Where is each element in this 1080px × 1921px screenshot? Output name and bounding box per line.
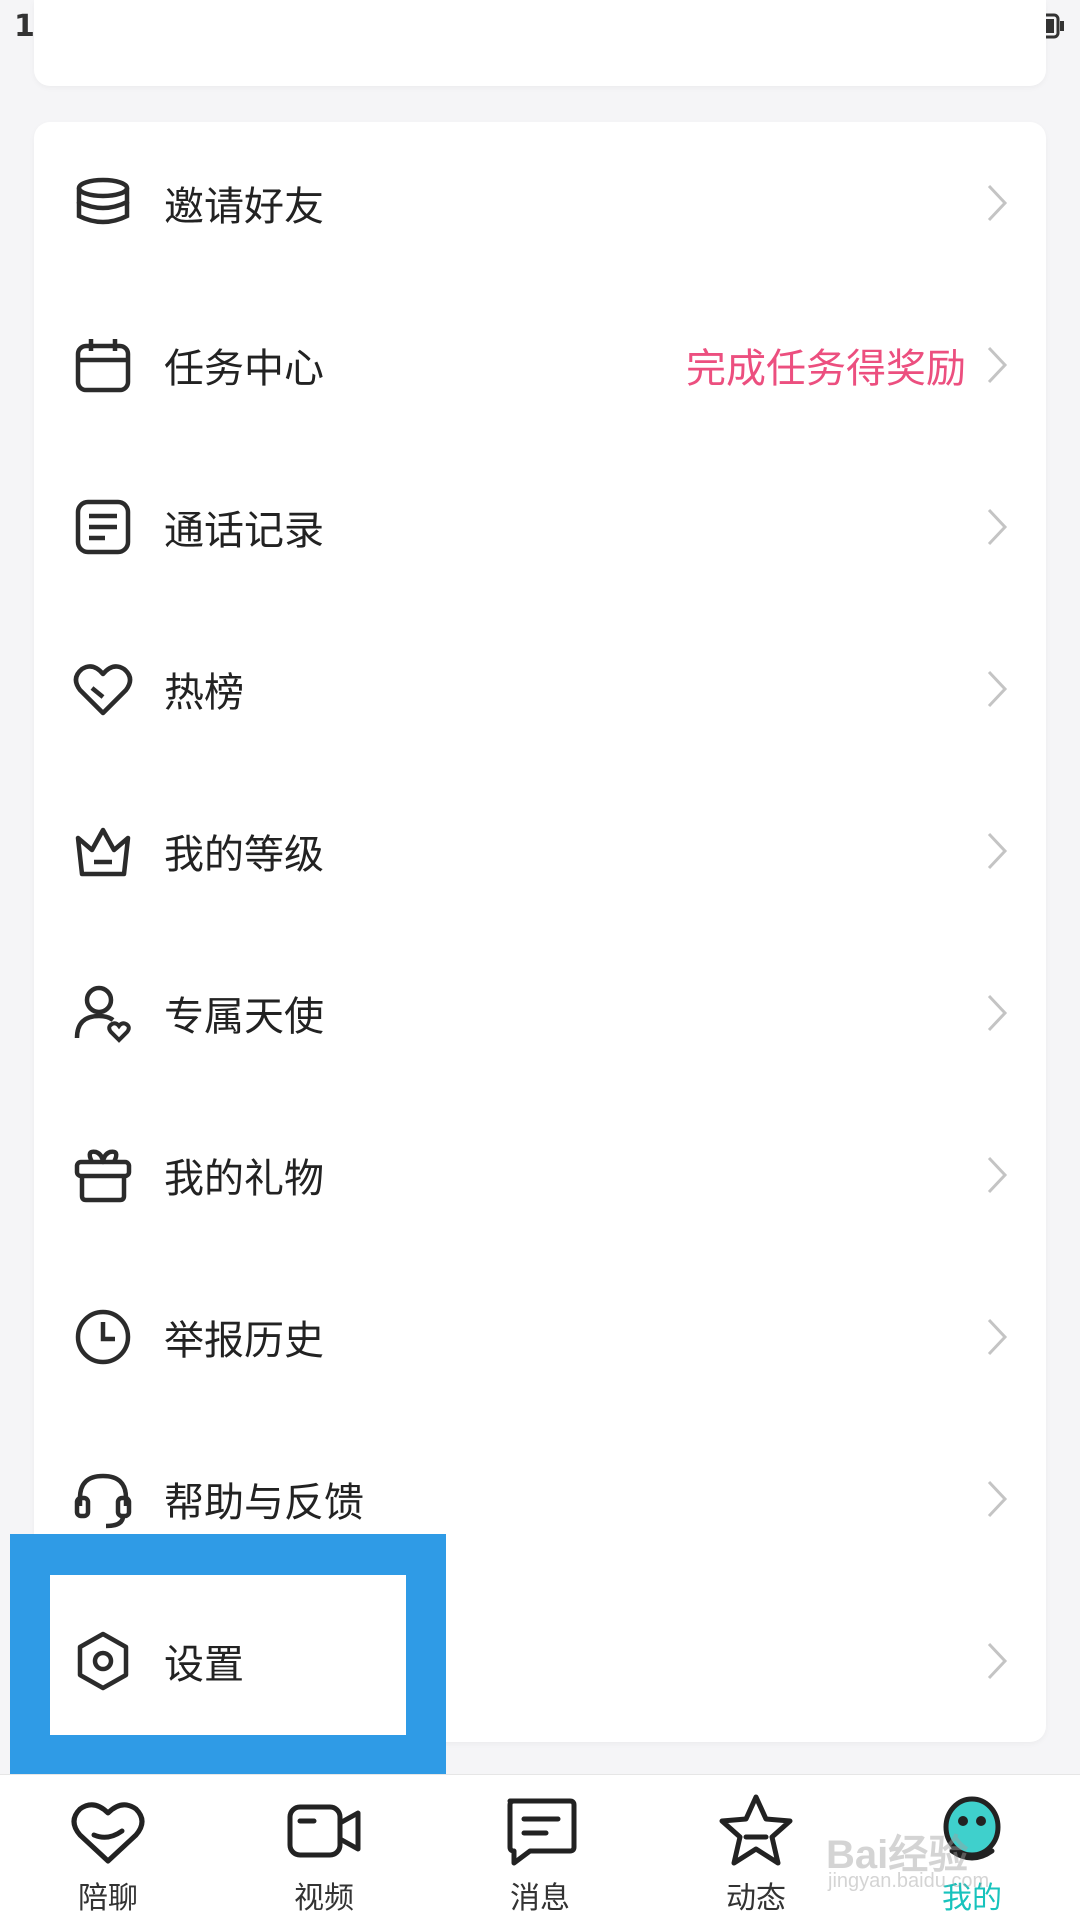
- clock-icon: [72, 1306, 134, 1368]
- heart-icon: [72, 658, 134, 720]
- menu-item-label: 我的礼物: [164, 1156, 324, 1202]
- nav-label: 视频: [294, 1881, 354, 1916]
- menu-item-report-history[interactable]: 举报历史: [34, 1256, 1046, 1418]
- menu-item-label: 举报历史: [164, 1318, 324, 1364]
- menu-item-label: 设置: [164, 1642, 244, 1688]
- menu-item-hot-list[interactable]: 热榜: [34, 608, 1046, 770]
- chevron-right-icon: [987, 346, 1008, 384]
- nav-item-messages[interactable]: 消息: [460, 1775, 620, 1921]
- chevron-right-icon: [987, 1642, 1008, 1680]
- nav-label: 陪聊: [78, 1881, 138, 1916]
- chevron-right-icon: [987, 1156, 1008, 1194]
- menu-item-settings[interactable]: 设置: [34, 1580, 1046, 1742]
- settings-hexagon-icon: [72, 1630, 134, 1692]
- gift-box-icon: [72, 1144, 134, 1206]
- chevron-right-icon: [987, 994, 1008, 1032]
- watermark-url: jingyan.baidu.com: [828, 1870, 990, 1892]
- chevron-right-icon: [987, 670, 1008, 708]
- menu-item-task-center[interactable]: 任务中心 完成任务得奖励: [34, 284, 1046, 446]
- menu-item-label: 专属天使: [164, 994, 324, 1040]
- headset-icon: [72, 1468, 134, 1530]
- menu-item-label: 热榜: [164, 670, 244, 716]
- chevron-right-icon: [987, 1318, 1008, 1356]
- menu-item-label: 通话记录: [164, 508, 324, 554]
- chevron-right-icon: [987, 832, 1008, 870]
- menu-card: 邀请好友 任务中心 完成任务得奖励 通话记录 热榜 我的等级 专属天使 我的礼物…: [34, 122, 1046, 1742]
- menu-item-label: 邀请好友: [164, 184, 324, 230]
- task-reward-hint: 完成任务得奖励: [686, 346, 966, 392]
- nav-label: 动态: [726, 1881, 786, 1916]
- top-card-partial: [34, 0, 1046, 86]
- nav-item-chat[interactable]: 陪聊: [28, 1775, 188, 1921]
- calendar-icon: [72, 334, 134, 396]
- menu-item-my-gifts[interactable]: 我的礼物: [34, 1094, 1046, 1256]
- star-icon: [716, 1791, 796, 1871]
- coins-stack-icon: [72, 172, 134, 234]
- crown-icon: [72, 820, 134, 882]
- menu-item-my-level[interactable]: 我的等级: [34, 770, 1046, 932]
- menu-item-exclusive-angel[interactable]: 专属天使: [34, 932, 1046, 1094]
- chevron-right-icon: [987, 184, 1008, 222]
- video-camera-icon: [284, 1791, 364, 1871]
- heart-chat-icon: [68, 1791, 148, 1871]
- user-heart-icon: [72, 982, 134, 1044]
- menu-item-label: 帮助与反馈: [164, 1480, 364, 1526]
- menu-item-label: 任务中心: [164, 346, 324, 392]
- menu-item-invite-friends[interactable]: 邀请好友: [34, 122, 1046, 284]
- nav-item-video[interactable]: 视频: [244, 1775, 404, 1921]
- chevron-right-icon: [987, 1480, 1008, 1518]
- nav-item-moments[interactable]: 动态: [676, 1775, 836, 1921]
- chevron-right-icon: [987, 508, 1008, 546]
- document-list-icon: [72, 496, 134, 558]
- message-icon: [500, 1791, 580, 1871]
- nav-label: 消息: [510, 1881, 570, 1916]
- menu-item-label: 我的等级: [164, 832, 324, 878]
- menu-item-call-records[interactable]: 通话记录: [34, 446, 1046, 608]
